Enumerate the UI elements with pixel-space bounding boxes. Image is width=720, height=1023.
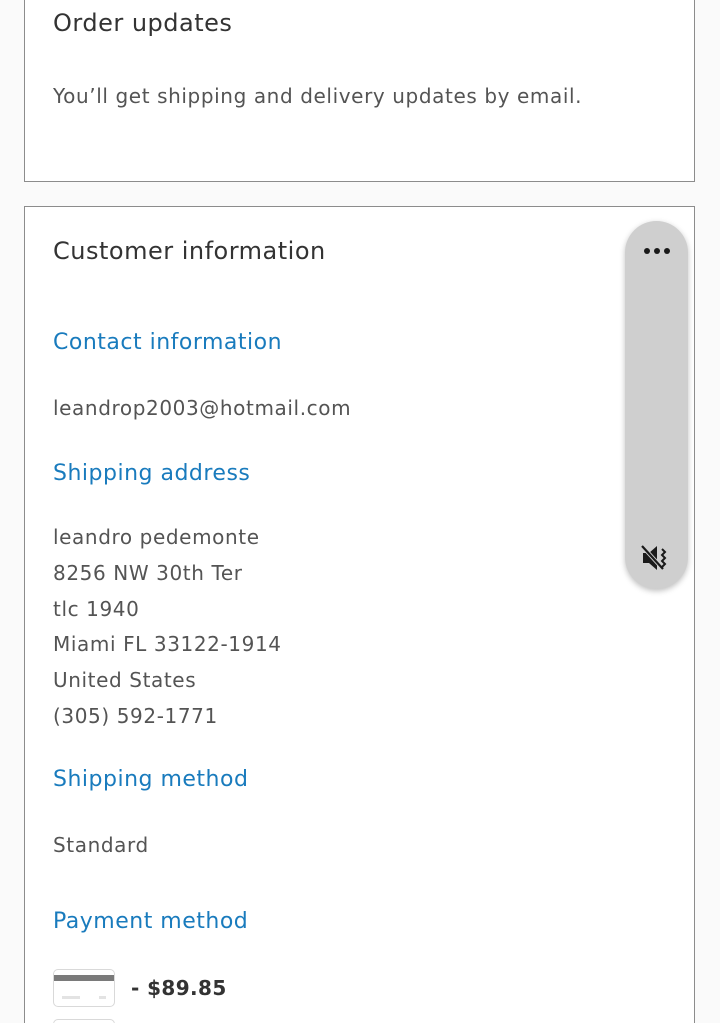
customer-information-title: Customer information bbox=[53, 237, 326, 265]
shipping-address-country: United States bbox=[53, 668, 197, 692]
floating-media-panel bbox=[625, 221, 688, 589]
mute-icon[interactable] bbox=[639, 541, 673, 575]
shipping-method-heading: Shipping method bbox=[53, 767, 249, 792]
more-icon[interactable] bbox=[625, 243, 688, 259]
payment-amount: - $89.85 bbox=[131, 976, 227, 1000]
shipping-address-phone: (305) 592-1771 bbox=[53, 704, 218, 728]
shipping-address-heading: Shipping address bbox=[53, 461, 251, 486]
order-updates-card: Order updates You’ll get shipping and de… bbox=[24, 0, 695, 182]
credit-card-icon bbox=[53, 969, 115, 1007]
shipping-method-value: Standard bbox=[53, 833, 149, 857]
customer-information-card: Customer information Contact information… bbox=[24, 206, 695, 1023]
order-updates-text: You’ll get shipping and delivery updates… bbox=[53, 84, 583, 108]
contact-information-heading: Contact information bbox=[53, 330, 283, 355]
shipping-address-street: 8256 NW 30th Ter bbox=[53, 561, 243, 585]
shipping-address-name: leandro pedemonte bbox=[53, 525, 260, 549]
contact-email: leandrop2003@hotmail.com bbox=[53, 396, 352, 420]
payment-method-row: - $89.85 bbox=[53, 969, 227, 1007]
order-status-page: Order updates You’ll get shipping and de… bbox=[0, 0, 720, 1023]
shipping-address-city: Miami FL 33122-1914 bbox=[53, 632, 282, 656]
order-updates-title: Order updates bbox=[53, 9, 233, 37]
shipping-address-line2: tlc 1940 bbox=[53, 597, 140, 621]
credit-card-icon bbox=[53, 1019, 115, 1023]
payment-method-heading: Payment method bbox=[53, 909, 249, 934]
